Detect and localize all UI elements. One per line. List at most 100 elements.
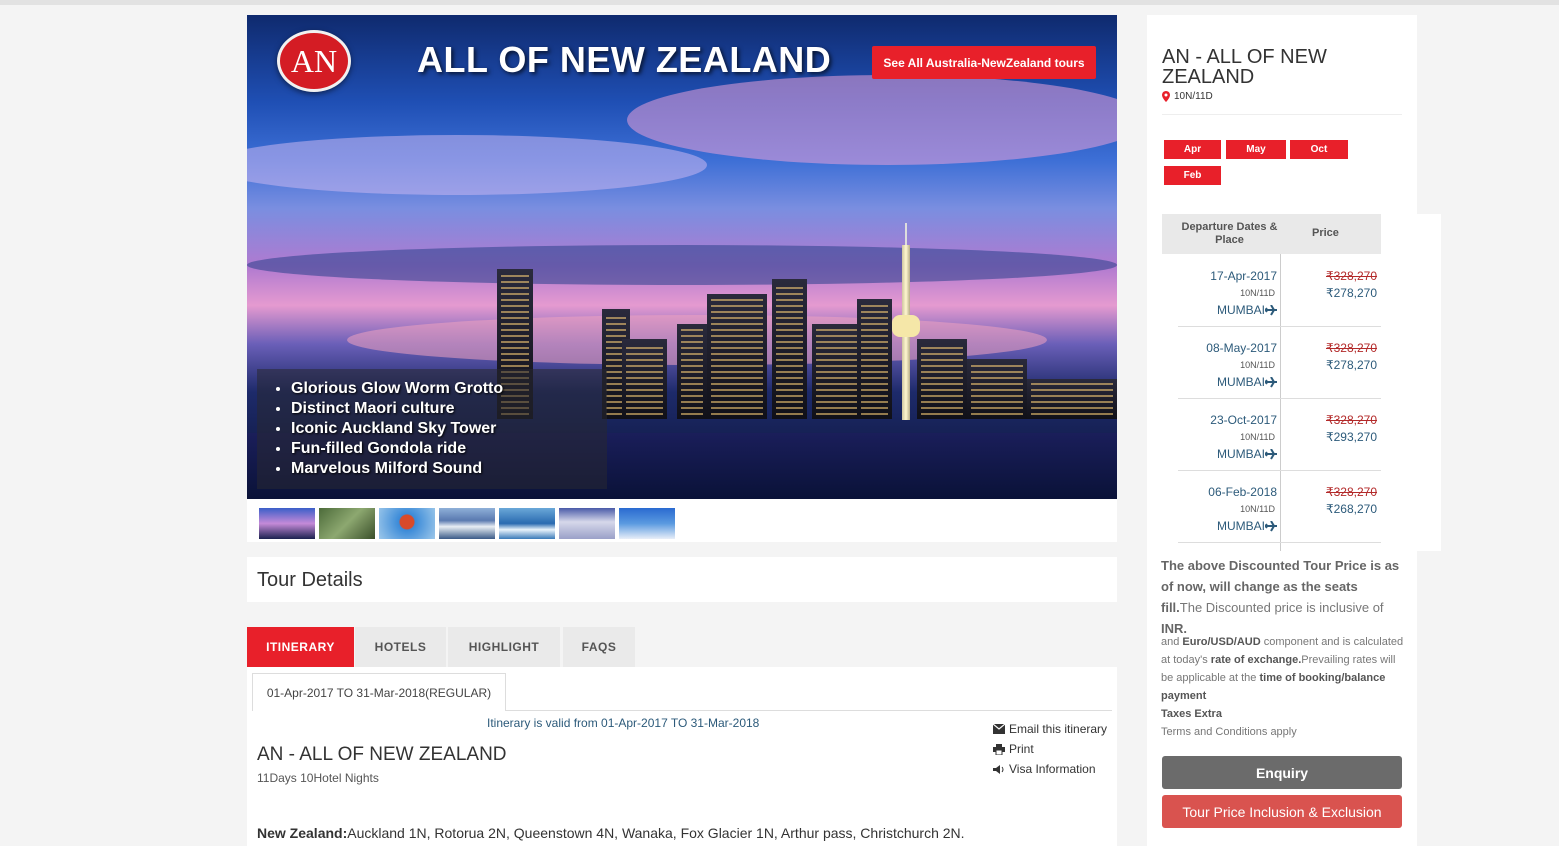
departure-city: MUMBAI xyxy=(1217,519,1265,533)
skyline-building xyxy=(707,294,767,419)
validity-subtab[interactable]: 01-Apr-2017 TO 31-Mar-2018(REGULAR) xyxy=(252,673,506,711)
departure-table-header: Departure Dates & Place Price xyxy=(1162,214,1381,254)
email-itinerary-link[interactable]: Email this itinerary xyxy=(993,719,1107,739)
departure-date: 08-May-2017 xyxy=(1206,341,1277,355)
departure-row[interactable]: 08-May-2017 10N/11D MUMBAI ₹328,270 ₹278… xyxy=(1178,327,1381,399)
route-cities: Auckland 1N, Rotorua 2N, Queenstown 4N, … xyxy=(347,825,965,841)
departure-date: 23-Oct-2017 xyxy=(1210,413,1277,427)
email-itinerary-label: Email this itinerary xyxy=(1009,722,1108,736)
print-label: Print xyxy=(1009,742,1034,756)
discounted-price: ₹293,270 xyxy=(1326,430,1378,444)
exchange-note-text: and xyxy=(1161,636,1183,648)
departure-row[interactable]: 06-Feb-2018 10N/11D MUMBAI ₹328,270 ₹268… xyxy=(1178,471,1381,543)
subtab-divider xyxy=(506,710,1112,711)
itinerary-panel: 01-Apr-2017 TO 31-Mar-2018(REGULAR) Itin… xyxy=(247,667,1117,846)
skyline-building xyxy=(967,359,1027,419)
discounted-price: ₹278,270 xyxy=(1326,358,1378,372)
gallery-thumbnail[interactable] xyxy=(499,508,555,539)
departure-place: MUMBAI xyxy=(1217,519,1277,533)
highlight-item: Marvelous Milford Sound xyxy=(291,459,607,479)
gallery-thumbnail[interactable] xyxy=(319,508,375,539)
exchange-note-bold: rate of exchange. xyxy=(1210,654,1302,666)
route-summary: New Zealand:Auckland 1N, Rotorua 2N, Que… xyxy=(257,825,965,841)
top-border xyxy=(0,0,1559,5)
departure-date: 06-Feb-2018 xyxy=(1208,485,1277,499)
departure-row[interactable]: 17-Apr-2017 10N/11D MUMBAI ₹328,270 ₹278… xyxy=(1178,255,1381,327)
skyline-building xyxy=(857,299,892,419)
see-all-tours-button[interactable]: See All Australia-NewZealand tours xyxy=(872,46,1096,79)
header-price: Price xyxy=(1312,227,1339,239)
visa-information-link[interactable]: Visa Information xyxy=(993,759,1107,779)
hero-banner: AN ALL OF NEW ZEALAND See All Australia-… xyxy=(247,15,1117,499)
discounted-price: ₹278,270 xyxy=(1326,286,1378,300)
plane-icon xyxy=(1265,520,1277,532)
gallery-thumbnail[interactable] xyxy=(379,508,435,539)
departure-place: MUMBAI xyxy=(1217,375,1277,389)
map-pin-icon xyxy=(1162,91,1170,102)
terms-note: Terms and Conditions apply xyxy=(1161,726,1297,738)
itinerary-actions: Email this itinerary Print Visa Informat… xyxy=(993,719,1107,779)
price-inclusion-button[interactable]: Tour Price Inclusion & Exclusion xyxy=(1162,795,1402,828)
departure-place: MUMBAI xyxy=(1217,447,1277,461)
tour-details-header: Tour Details xyxy=(247,557,1117,602)
tour-details-heading: Tour Details xyxy=(257,569,363,591)
plane-icon xyxy=(1265,304,1277,316)
gallery-thumbnail[interactable] xyxy=(619,508,675,539)
enquiry-button[interactable]: Enquiry xyxy=(1162,756,1402,789)
highlights-list: Glorious Glow Worm Grotto Distinct Maori… xyxy=(257,369,607,489)
departure-date: 17-Apr-2017 xyxy=(1210,269,1277,283)
highlight-item: Iconic Auckland Sky Tower xyxy=(291,419,607,439)
envelope-icon xyxy=(993,724,1005,734)
departure-duration: 10N/11D xyxy=(1240,360,1275,370)
sidebar-title: AN - ALL OF NEW ZEALAND xyxy=(1162,46,1327,88)
tab-itinerary[interactable]: ITINERARY xyxy=(247,627,354,667)
gallery-thumbnail[interactable] xyxy=(559,508,615,539)
gallery-thumbnail[interactable] xyxy=(439,508,495,539)
hero-cloud xyxy=(247,135,707,195)
skyline-building xyxy=(622,339,667,419)
validity-text: Itinerary is valid from 01-Apr-2017 TO 3… xyxy=(487,716,760,730)
highlight-item: Distinct Maori culture xyxy=(291,399,607,419)
sky-tower-pod xyxy=(892,315,920,337)
gallery-thumbnail[interactable] xyxy=(259,508,315,539)
sidebar-duration: 10N/11D xyxy=(1162,91,1213,102)
print-link[interactable]: Print xyxy=(993,739,1107,759)
tab-hotels[interactable]: HOTELS xyxy=(355,627,446,667)
price-note: The above Discounted Tour Price is as of… xyxy=(1161,555,1401,639)
printer-icon xyxy=(993,743,1005,755)
month-filter-feb[interactable]: Feb xyxy=(1164,166,1221,185)
sidebar-divider xyxy=(1162,114,1402,115)
itinerary-subtitle: 11Days 10Hotel Nights xyxy=(257,771,379,785)
departure-duration: 10N/11D xyxy=(1240,288,1275,298)
departure-city: MUMBAI xyxy=(1217,375,1265,389)
skyline-building xyxy=(772,279,807,419)
departure-city: MUMBAI xyxy=(1217,303,1265,317)
original-price: ₹328,270 xyxy=(1326,485,1378,499)
departure-place: MUMBAI xyxy=(1217,303,1277,317)
departure-table: Departure Dates & Place Price 17-Apr-201… xyxy=(1162,214,1441,551)
skyline-building xyxy=(1027,379,1117,419)
sidebar-duration-text: 10N/11D xyxy=(1174,91,1213,102)
month-filter-oct[interactable]: Oct xyxy=(1290,140,1348,159)
original-price: ₹328,270 xyxy=(1326,413,1378,427)
route-country: New Zealand: xyxy=(257,825,348,841)
departure-duration: 10N/11D xyxy=(1240,432,1275,442)
hero-cloud xyxy=(627,75,1117,165)
price-note-text: The Discounted price is inclusive of xyxy=(1179,600,1384,615)
plane-icon xyxy=(1265,376,1277,388)
skyline-building xyxy=(917,339,967,419)
tab-highlight[interactable]: HIGHLIGHT xyxy=(448,627,560,667)
hero-title: ALL OF NEW ZEALAND xyxy=(417,39,832,80)
hero-cloud xyxy=(247,245,1117,285)
thumbnail-strip xyxy=(247,499,1117,542)
departure-row[interactable]: 23-Oct-2017 10N/11D MUMBAI ₹328,270 ₹293… xyxy=(1178,399,1381,471)
original-price: ₹328,270 xyxy=(1326,269,1378,283)
brand-logo: AN xyxy=(277,30,351,92)
discounted-price: ₹268,270 xyxy=(1326,502,1378,516)
tab-faqs[interactable]: FAQS xyxy=(563,627,635,667)
visa-information-label: Visa Information xyxy=(1009,762,1096,776)
departure-city: MUMBAI xyxy=(1217,447,1265,461)
month-filter-apr[interactable]: Apr xyxy=(1164,140,1221,159)
departure-duration: 10N/11D xyxy=(1240,504,1275,514)
month-filter-may[interactable]: May xyxy=(1226,140,1286,159)
